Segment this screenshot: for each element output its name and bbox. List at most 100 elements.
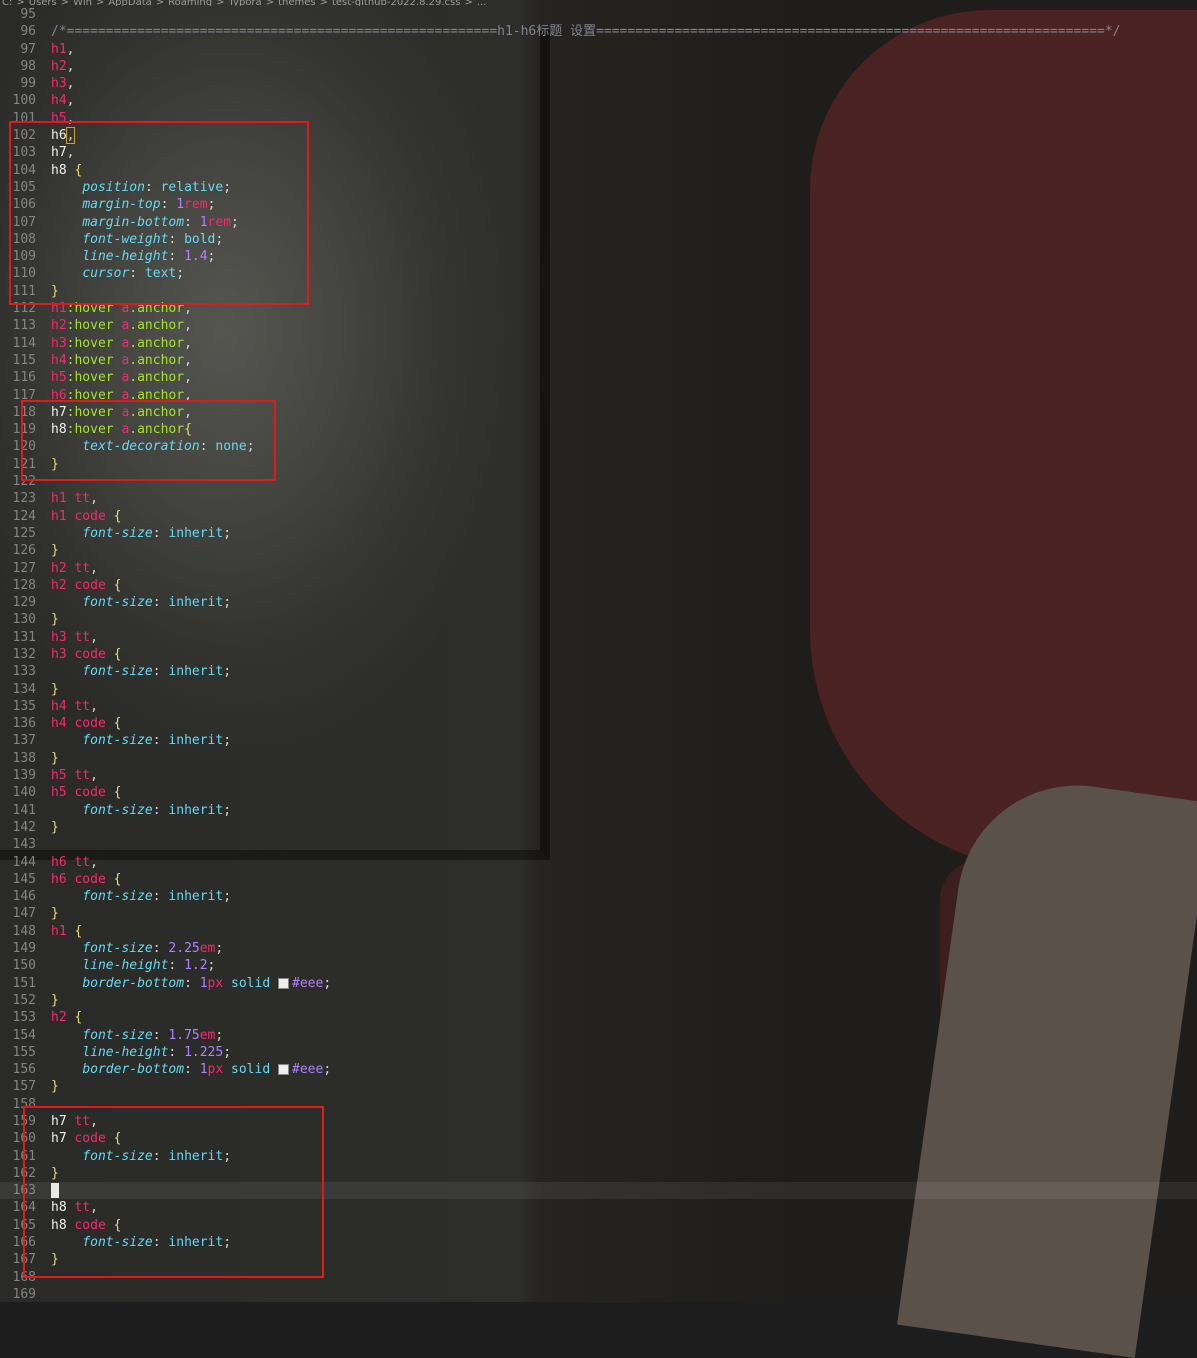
code-line[interactable]: 121} <box>0 456 1197 473</box>
code-line[interactable]: 128 h2 code { <box>0 577 1197 594</box>
code-line[interactable]: 119 h8:hover a.anchor{ <box>0 421 1197 438</box>
code-line[interactable]: 147} <box>0 905 1197 922</box>
code-token-unit: px <box>207 975 224 991</box>
breadcrumb-item[interactable]: Typora <box>229 0 262 6</box>
code-line[interactable]: 150 line-height: 1.2; <box>0 957 1197 974</box>
code-line[interactable]: 122 <box>0 473 1197 490</box>
code-line[interactable]: 160 h7 code { <box>0 1130 1197 1147</box>
code-token-pseudo: :hover <box>66 404 114 420</box>
code-line[interactable]: 110 cursor: text; <box>0 265 1197 282</box>
code-line[interactable]: 165 h8 code { <box>0 1217 1197 1234</box>
code-line[interactable]: 142} <box>0 819 1197 836</box>
code-line[interactable]: 95 <box>0 6 1197 23</box>
code-line[interactable]: 103 h7, <box>0 144 1197 161</box>
breadcrumb-separator: > <box>155 0 165 6</box>
breadcrumb-item[interactable]: Users <box>29 0 57 6</box>
breadcrumb-item[interactable]: Win <box>73 0 92 6</box>
code-line[interactable]: 141 font-size: inherit; <box>0 802 1197 819</box>
code-line[interactable]: 120 text-decoration: none; <box>0 438 1197 455</box>
code-line[interactable]: 131 h3 tt, <box>0 629 1197 646</box>
breadcrumb-item[interactable]: test-github-2022.8.29.css <box>332 0 460 6</box>
code-line[interactable]: 124 h1 code { <box>0 508 1197 525</box>
code-line[interactable]: 156 border-bottom: 1px solid #eee; <box>0 1061 1197 1078</box>
line-number: 97 <box>20 41 36 57</box>
code-line[interactable]: 116 h5:hover a.anchor, <box>0 369 1197 386</box>
code-line[interactable]: 108 font-weight: bold; <box>0 231 1197 248</box>
code-line[interactable]: 125 font-size: inherit; <box>0 525 1197 542</box>
code-line[interactable]: 107 margin-bottom: 1rem; <box>0 214 1197 231</box>
breadcrumb[interactable]: C: > Users > Win > AppData > Roaming > Typora > them… <box>0 0 1197 6</box>
code-line[interactable]: 144 h6 tt, <box>0 854 1197 871</box>
code-line[interactable]: 98 h2, <box>0 58 1197 75</box>
code-line[interactable]: 158 <box>0 1096 1197 1113</box>
code-line[interactable]: 133 font-size: inherit; <box>0 663 1197 680</box>
code-line[interactable]: 114 h3:hover a.anchor, <box>0 335 1197 352</box>
code-line[interactable]: 151 border-bottom: 1px solid #eee; <box>0 975 1197 992</box>
code-line[interactable]: 130} <box>0 611 1197 628</box>
code-line[interactable]: 96 /*====================================… <box>0 23 1197 40</box>
code-line[interactable]: 132 h3 code { <box>0 646 1197 663</box>
code-token-punc: , <box>90 1114 98 1129</box>
code-line[interactable]: 115 h4:hover a.anchor, <box>0 352 1197 369</box>
code-line[interactable]: 166 font-size: inherit; <box>0 1234 1197 1251</box>
code-line[interactable]: 105 position: relative; <box>0 179 1197 196</box>
breadcrumb-item[interactable]: Roaming <box>168 0 212 6</box>
code-token-sel: h1 <box>51 301 67 317</box>
code-token-hex: #eee <box>292 1062 324 1078</box>
code-line[interactable]: 153 h2 { <box>0 1009 1197 1026</box>
code-line[interactable]: 149 font-size: 2.25em; <box>0 940 1197 957</box>
code-line[interactable]: 129 font-size: inherit; <box>0 594 1197 611</box>
code-line[interactable]: 155 line-height: 1.225; <box>0 1044 1197 1061</box>
breadcrumb-item[interactable]: themes <box>278 0 316 6</box>
code-line[interactable]: 157} <box>0 1078 1197 1095</box>
code-line[interactable]: 167} <box>0 1251 1197 1268</box>
code-line[interactable]: 145 h6 code { <box>0 871 1197 888</box>
code-line[interactable]: 143 <box>0 836 1197 853</box>
code-line[interactable]: 162} <box>0 1165 1197 1182</box>
code-line-current[interactable]: 163 <box>0 1182 1197 1200</box>
color-swatch-icon[interactable] <box>278 1064 289 1076</box>
code-line[interactable]: 134} <box>0 681 1197 698</box>
code-line[interactable]: 137 font-size: inherit; <box>0 732 1197 749</box>
code-line[interactable]: 99 h3, <box>0 75 1197 92</box>
code-line[interactable]: 152} <box>0 992 1197 1009</box>
code-line[interactable]: 169 <box>0 1286 1197 1303</box>
code-line[interactable]: 100 h4, <box>0 92 1197 109</box>
code-line[interactable]: 159 h7 tt, <box>0 1113 1197 1130</box>
code-editor[interactable]: 95 96 /*==================================… <box>0 6 1197 1303</box>
code-line[interactable]: 168 <box>0 1269 1197 1286</box>
code-line[interactable]: 161 font-size: inherit; <box>0 1148 1197 1165</box>
code-line[interactable]: 102 h6, <box>0 127 1197 145</box>
code-line[interactable]: 126} <box>0 542 1197 559</box>
code-line[interactable]: 139 h5 tt, <box>0 767 1197 784</box>
code-line[interactable]: 101 h5, <box>0 110 1197 127</box>
code-line[interactable]: 146 font-size: inherit; <box>0 888 1197 905</box>
color-swatch-icon[interactable] <box>278 977 289 989</box>
code-line[interactable]: 104 h8 { <box>0 162 1197 179</box>
code-line[interactable]: 154 font-size: 1.75em; <box>0 1027 1197 1044</box>
code-line[interactable]: 138} <box>0 750 1197 767</box>
code-line[interactable]: 127 h2 tt, <box>0 560 1197 577</box>
code-line[interactable]: 140 h5 code { <box>0 784 1197 801</box>
code-token-punc: : <box>160 197 177 213</box>
code-line[interactable]: 109 line-height: 1.4; <box>0 248 1197 265</box>
code-line[interactable]: 164 h8 tt, <box>0 1199 1197 1216</box>
code-line[interactable]: 111} <box>0 283 1197 300</box>
code-token-punc: ; <box>223 179 232 195</box>
code-line[interactable]: 148 h1 { <box>0 923 1197 940</box>
code-line[interactable]: 118 h7:hover a.anchor, <box>0 404 1197 421</box>
code-line[interactable]: 136 h4 code { <box>0 715 1197 732</box>
code-line[interactable]: 113 h2:hover a.anchor, <box>0 317 1197 334</box>
code-line[interactable]: 97 h1, <box>0 41 1197 58</box>
code-line[interactable]: 117 h6:hover a.anchor, <box>0 387 1197 404</box>
line-number: 129 <box>12 595 36 611</box>
breadcrumb-item[interactable]: ... <box>477 0 487 6</box>
code-token-punc: : <box>152 595 169 611</box>
code-line[interactable]: 112 h1:hover a.anchor, <box>0 300 1197 317</box>
breadcrumb-item[interactable]: AppData <box>108 0 151 6</box>
code-line[interactable]: 123 h1 tt, <box>0 490 1197 507</box>
code-line[interactable]: 135 h4 tt, <box>0 698 1197 715</box>
code-line[interactable]: 106 margin-top: 1rem; <box>0 196 1197 213</box>
code-token-selw: h7 <box>51 145 67 161</box>
breadcrumb-item[interactable]: C: <box>2 0 12 6</box>
